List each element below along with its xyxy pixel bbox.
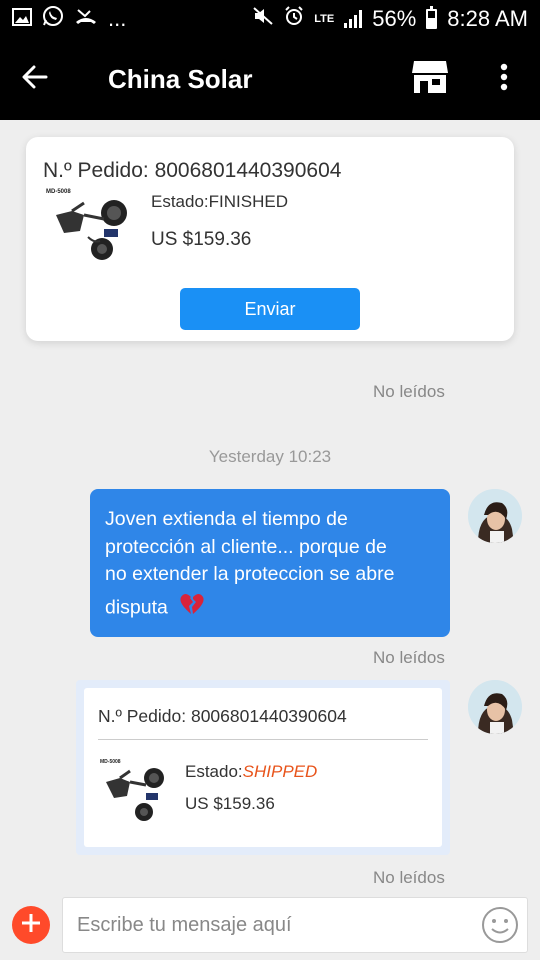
app-bar: China Solar [0,38,540,120]
shared-order-card[interactable]: N.º Pedido: 8006801440390604 MD-5008 Est… [76,680,450,855]
message-line: no extender la proteccion se abre [105,563,395,585]
status-value: SHIPPED [242,762,318,781]
product-model-label: MD-5008 [100,759,121,765]
message-line-last: disputa [105,593,434,624]
store-icon [412,60,448,98]
avatar[interactable] [468,680,522,734]
mute-icon [252,6,274,32]
broken-heart-icon [179,593,205,624]
smiley-icon [480,907,520,949]
battery-icon [426,6,438,29]
battery-percent: 56% [372,6,417,31]
status-right: LTE 56% 8:28 AM [252,6,528,32]
order-price: US $159.36 [185,794,275,813]
signal-icon [344,10,363,28]
clock: 8:28 AM [447,6,528,31]
order-card: N.º Pedido: 8006801440390604 MD-5008 Est… [26,137,514,341]
message-bubble[interactable]: Joven extienda el tiempo de protección a… [90,489,450,637]
product-model-label: MD-5008 [46,189,71,195]
order-price: US $159.36 [151,229,252,250]
emoji-button[interactable] [480,905,520,945]
battery-fill [428,18,436,27]
status-prefix: Estado: [185,762,243,781]
page-title: China Solar [108,63,253,94]
unread-label: No leídos [373,382,445,401]
plus-icon [20,910,42,940]
arrow-left-icon [22,64,48,95]
status-left: ... [12,5,126,33]
message-line: Joven extienda el tiempo de [105,508,348,530]
send-button[interactable]: Enviar [180,288,360,330]
image-icon [12,6,32,32]
more-options-button[interactable] [484,38,524,120]
product-image[interactable]: MD-5008 [98,756,172,826]
missed-call-icon [74,6,98,32]
status-bar: ... LTE 56% 8:28 AM [0,0,540,38]
message-input[interactable] [62,897,528,953]
alarm-icon [284,6,304,32]
order-status: Estado:SHIPPED [185,762,317,782]
status-dots: ... [108,6,127,31]
message-line: protección al cliente... porque de [105,535,387,558]
message-line: disputa [105,595,168,618]
avatar[interactable] [468,489,522,543]
timestamp: Yesterday 10:23 [208,447,332,466]
product-image[interactable]: MD-5008 [44,185,136,261]
order-number: N.º Pedido: 8006801440390604 [98,706,347,726]
whatsapp-icon [42,5,64,33]
more-vert-icon [500,63,508,96]
store-button[interactable] [400,38,460,120]
input-bar [0,893,540,960]
order-number: N.º Pedido: 8006801440390604 [43,159,342,182]
add-button[interactable] [12,906,50,944]
network-label: LTE [314,13,335,25]
back-button[interactable] [0,38,70,120]
unread-label: No leídos [373,648,445,667]
shared-order-inner: N.º Pedido: 8006801440390604 MD-5008 Est… [84,688,442,847]
order-status: Estado:FINISHED [151,192,288,211]
unread-label: No leídos [373,868,445,887]
divider [98,739,428,740]
